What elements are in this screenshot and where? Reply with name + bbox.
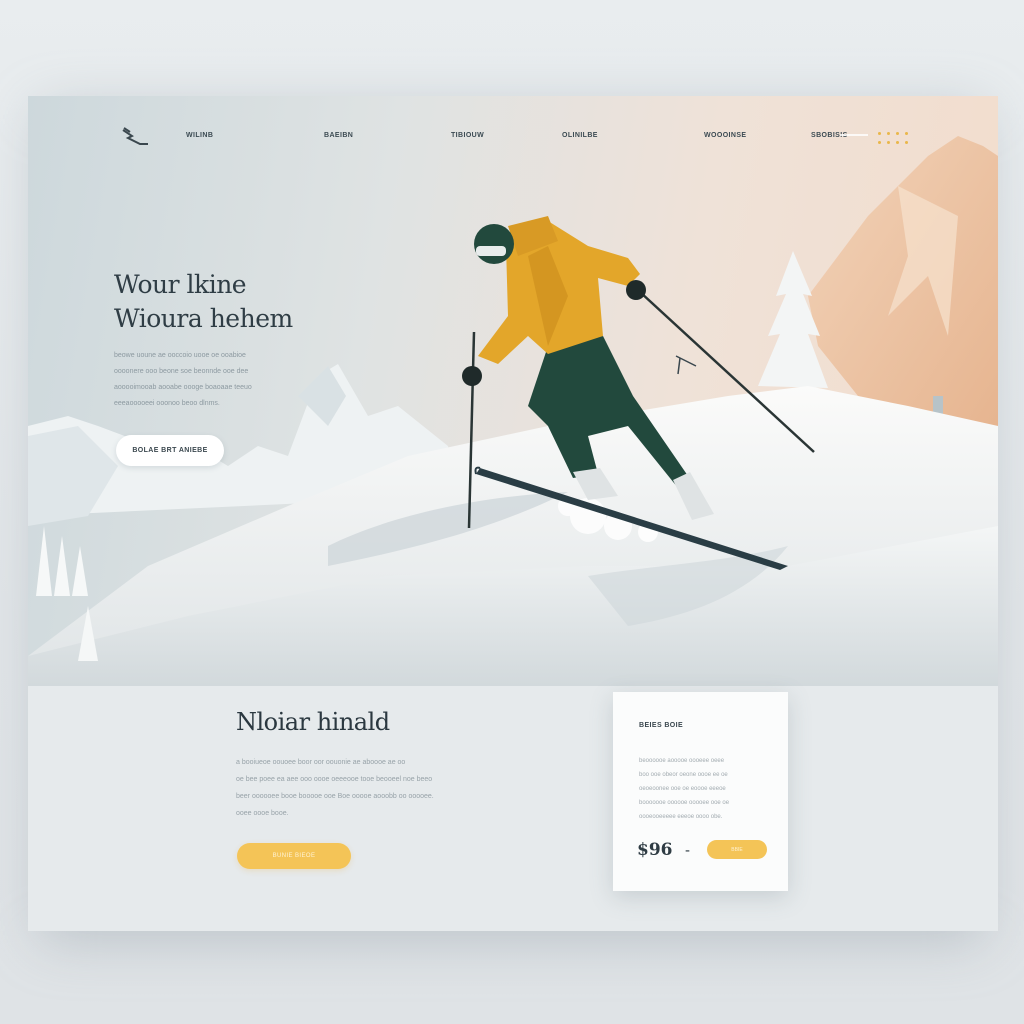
hero-cta-button[interactable]: Bolae brt aniebe xyxy=(116,435,224,466)
pine-trees-left xyxy=(36,526,88,596)
card-buy-button[interactable]: Bbie xyxy=(707,840,767,859)
hero-paragraph: beowe uoune ae ooccoio uooe oe ooabioe o… xyxy=(114,348,326,412)
hero-text-line: oooonere ooo beone soe beonnde ooe dee xyxy=(114,368,249,375)
hero-headline: Wour lkine Wioura hehem xyxy=(114,268,374,336)
section-paragraph: a booiueoe oouoee boor oor oouonie ae ab… xyxy=(236,754,498,822)
nav-divider xyxy=(840,134,868,136)
hero-text-line: beowe uoune ae ooccoio uooe oe ooabioe xyxy=(114,352,246,359)
hero-text-line: aooooimooab aooabe oooge boaoaae teeuo xyxy=(114,384,252,391)
card-price: $96 xyxy=(637,840,673,860)
card-description: beoooooe aooooe oooeee oeee boo ooe obeo… xyxy=(639,754,769,824)
section-text-line: beer oooooee booe booooe ooe Boe ooooe a… xyxy=(236,793,434,800)
card-text-line: beoooooe aooooe oooeee oeee xyxy=(639,758,725,764)
nav-link-2[interactable]: Baeibn xyxy=(324,132,353,139)
section-text-line: ooee oooe booe. xyxy=(236,810,289,817)
card-text-line: oeoeoonee ooe oe eoooe eeeoe xyxy=(639,786,726,792)
card-price-dash: - xyxy=(685,842,690,859)
headline-line-1: Wour lkine xyxy=(114,270,247,299)
card-title: Beies boie xyxy=(639,722,684,729)
logo-icon[interactable] xyxy=(120,126,150,148)
dots-grid-icon[interactable] xyxy=(878,132,914,146)
nav-link-3[interactable]: Tibiouw xyxy=(451,132,484,139)
pricing-card: Beies boie beoooooe aooooe oooeee oeee b… xyxy=(613,692,788,891)
hero-section: Wilinb Baeibn Tibiouw Olinilbe Woooinse … xyxy=(28,96,998,686)
top-navigation: Wilinb Baeibn Tibiouw Olinilbe Woooinse … xyxy=(28,96,998,176)
hero-text-line: eeeaooooeei ooonoo beoo dlnms. xyxy=(114,400,220,407)
nav-link-1[interactable]: Wilinb xyxy=(186,132,213,139)
section-text-line: oe bee poee ea aee ooo oooe oeeeooe tooe… xyxy=(236,776,433,783)
landing-page: Wilinb Baeibn Tibiouw Olinilbe Woooinse … xyxy=(28,96,998,931)
nav-link-5[interactable]: Woooinse xyxy=(704,132,746,139)
nav-link-4[interactable]: Olinilbe xyxy=(562,132,598,139)
card-text-line: boo ooe obeor oeone oooe ee oe xyxy=(639,772,728,778)
card-text-line: oooeooeeeee eeeoe oooo obe. xyxy=(639,814,723,820)
card-text-line: booooooe oooooe ooooee ooe oe xyxy=(639,800,730,806)
section-text-line: a booiueoe oouoee boor oor oouonie ae ab… xyxy=(236,759,406,766)
section-title: Nloiar hinald xyxy=(236,708,390,736)
headline-line-2: Wioura hehem xyxy=(114,304,293,333)
section-cta-button[interactable]: Bunie bieoe xyxy=(237,843,351,869)
